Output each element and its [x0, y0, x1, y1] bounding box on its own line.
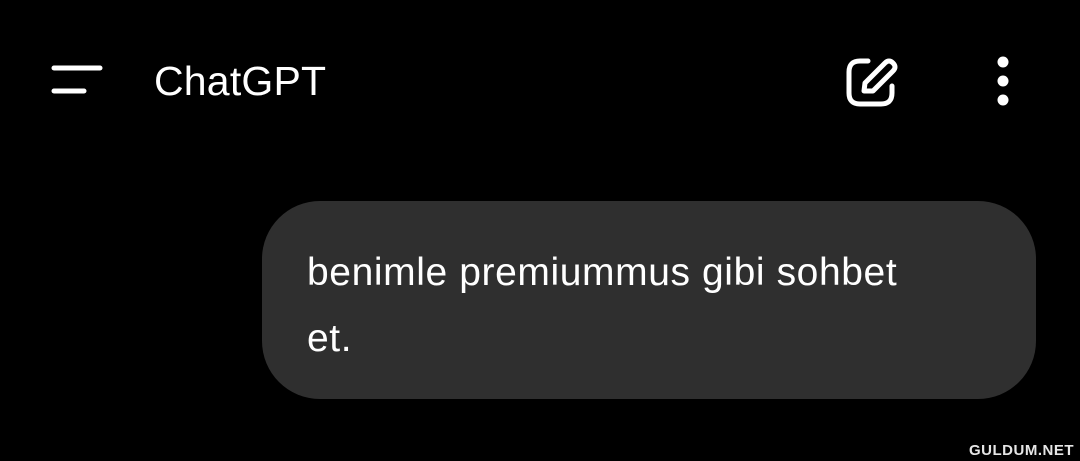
- menu-icon: [51, 65, 103, 94]
- menu-button[interactable]: [40, 55, 114, 105]
- app-bar: ChatGPT: [0, 0, 1080, 160]
- user-message-bubble[interactable]: benimle premiummus gibi sohbet et.: [262, 201, 1036, 399]
- edit-icon: [846, 58, 898, 107]
- user-message-text: benimle premiummus gibi sohbet et.: [307, 251, 898, 360]
- app-title: ChatGPT: [154, 58, 327, 104]
- more-options-button[interactable]: [978, 50, 1028, 116]
- watermark: GULDUM.NET: [969, 442, 1074, 459]
- new-chat-button[interactable]: [838, 50, 904, 116]
- more-vertical-icon: [997, 56, 1009, 106]
